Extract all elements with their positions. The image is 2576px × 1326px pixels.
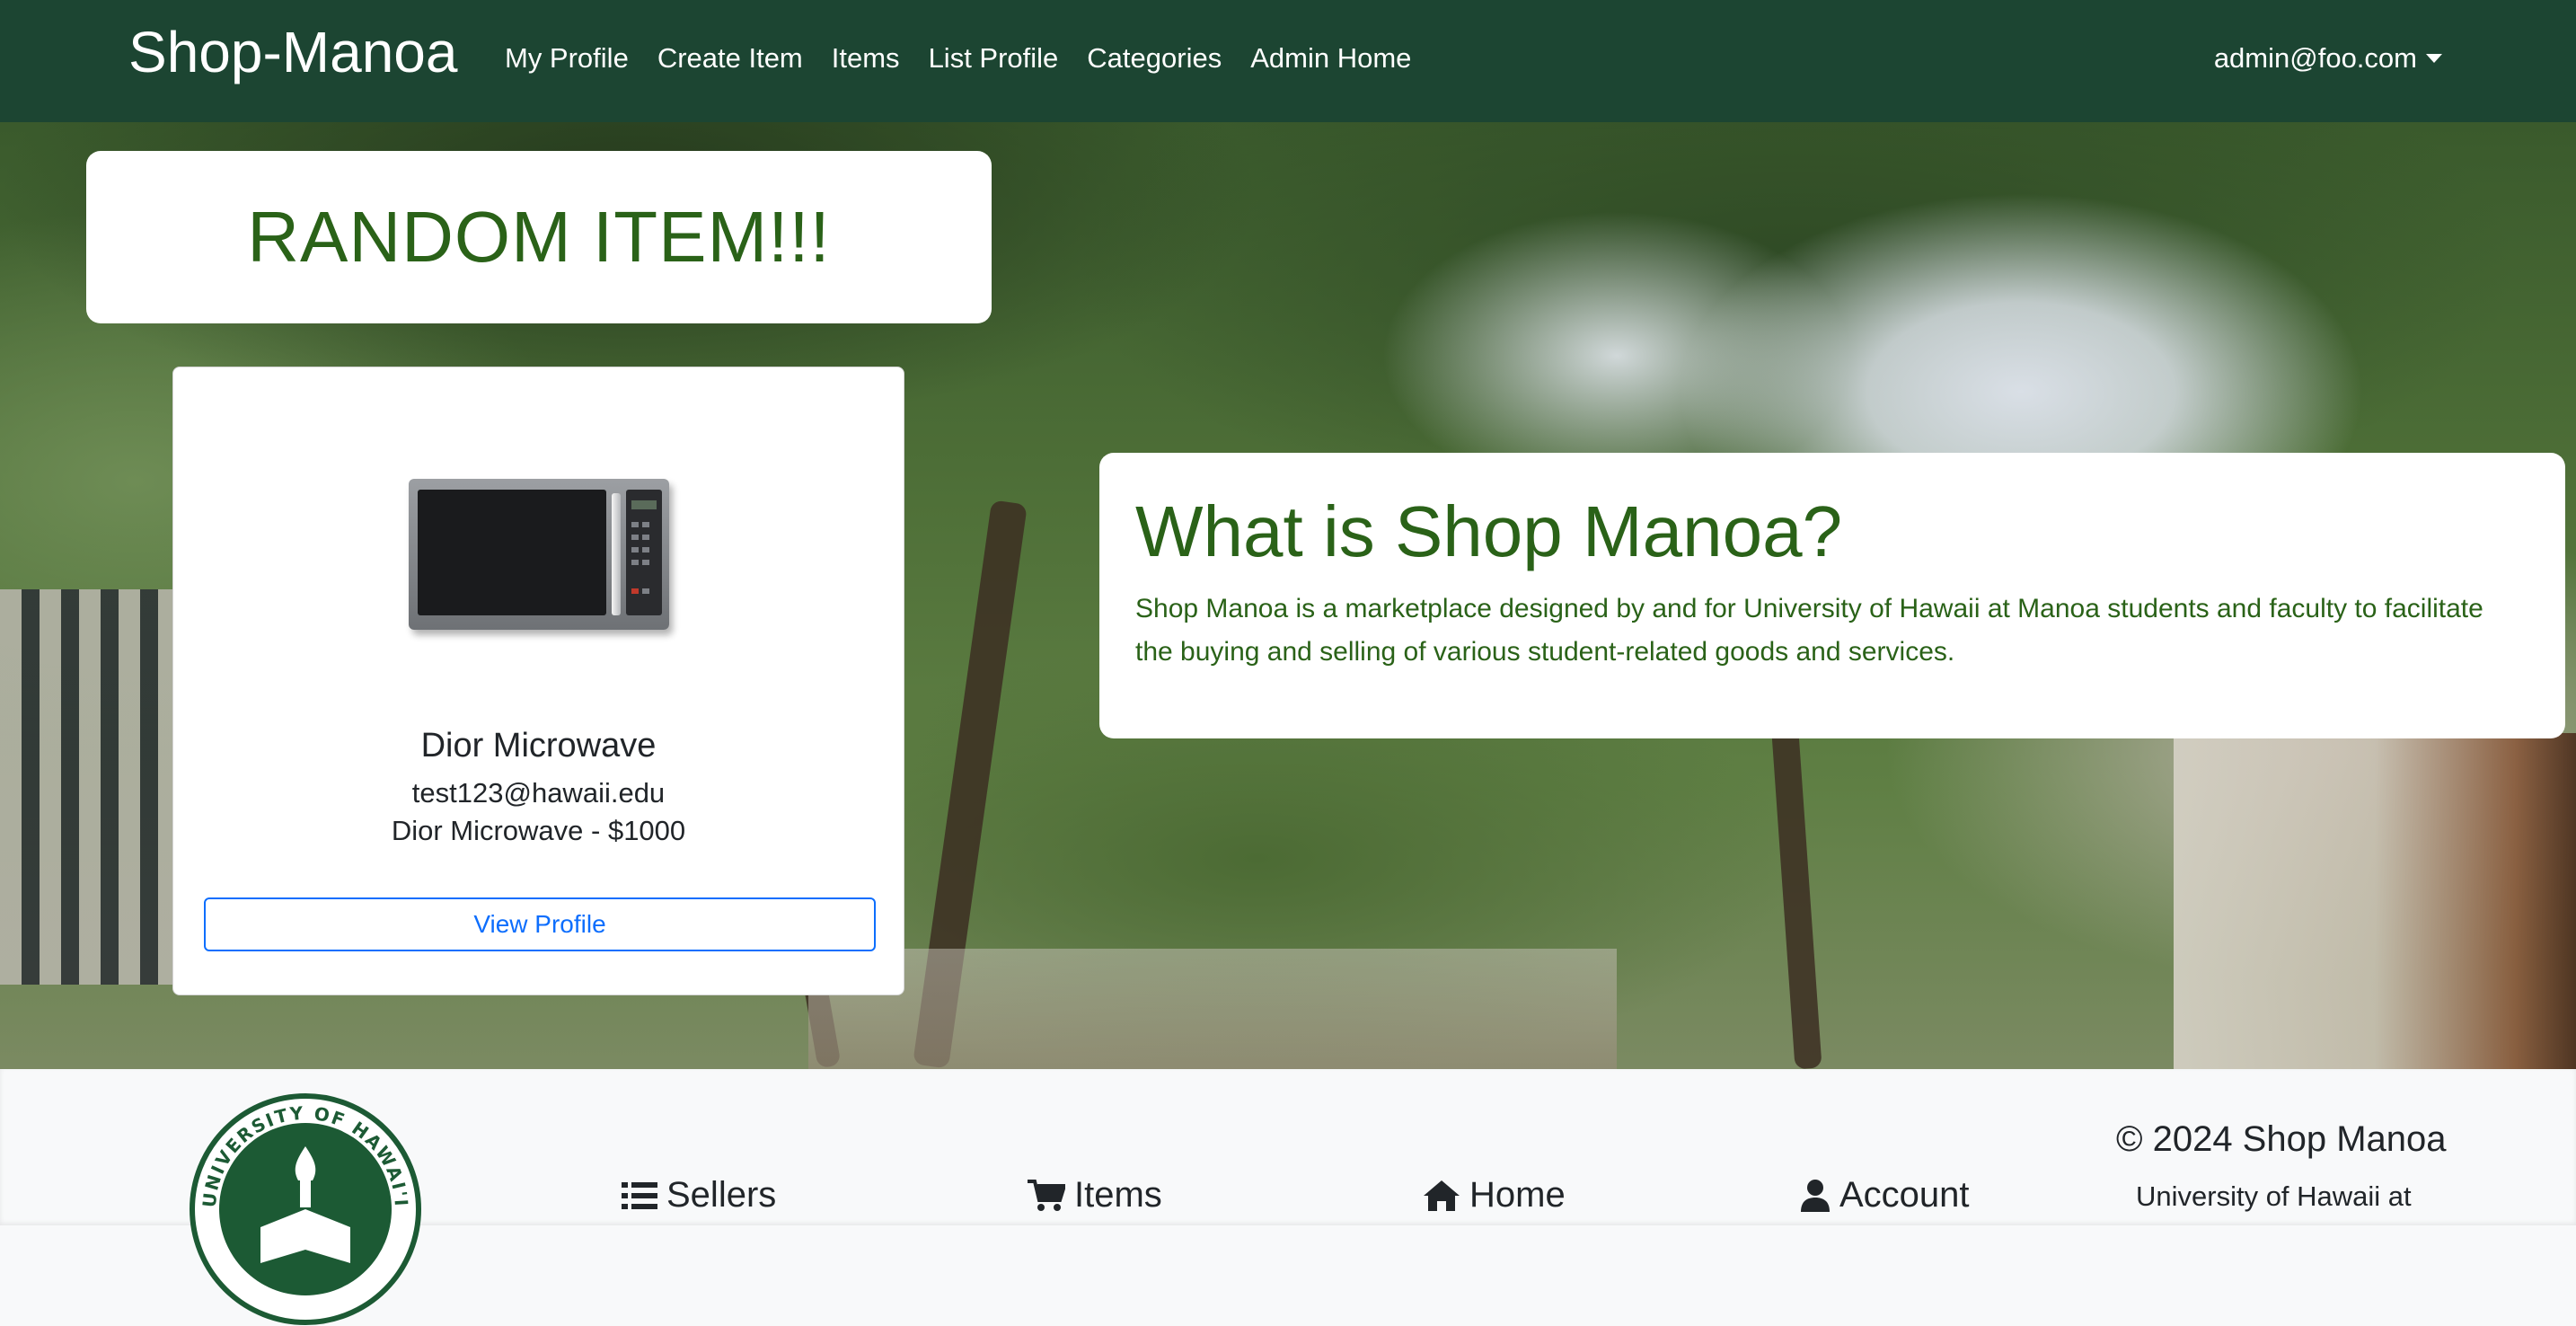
nav-items[interactable]: Items [832,36,900,81]
microwave-button [631,535,639,540]
nav-admin-home[interactable]: Admin Home [1250,36,1411,81]
footer-link-label: Sellers [666,1175,777,1215]
university-text: University of Hawaii at [2136,1180,2412,1212]
user-icon [1800,1179,1831,1213]
microwave-button [642,560,649,565]
item-name: Dior Microwave [420,727,657,765]
user-email: admin@foo.com [2213,42,2417,74]
copyright-text: © 2024 Shop Manoa [2116,1119,2447,1159]
footer: UNIVERSITY OF HAWAI'I Sellers Items Home… [0,1069,2576,1325]
nav-list-profile[interactable]: List Profile [929,36,1059,81]
item-image [409,479,676,637]
item-seller-email: test123@hawaii.edu [411,777,666,809]
footer-link-label: Account [1839,1175,1970,1215]
random-item-card: RANDOM ITEM!!! [86,151,992,323]
random-item-title: RANDOM ITEM!!! [247,197,831,277]
microwave-panel [626,490,662,615]
microwave-button [631,522,639,527]
nav-links: My Profile Create Item Items List Profil… [505,36,1440,81]
university-seal-logo: UNIVERSITY OF HAWAI'I [190,1093,421,1325]
item-card: Dior Microwave test123@hawaii.edu Dior M… [172,367,904,995]
about-card: What is Shop Manoa? Shop Manoa is a mark… [1099,453,2565,738]
user-dropdown[interactable]: admin@foo.com [2214,36,2442,81]
microwave-button [631,547,639,552]
footer-link-home[interactable]: Home [1423,1175,1566,1216]
item-description: Dior Microwave - $1000 [391,815,686,846]
list-icon [622,1180,657,1212]
microwave-button [642,547,649,552]
nav-my-profile[interactable]: My Profile [505,36,629,81]
footer-link-label: Home [1469,1175,1566,1215]
background-building-left [0,589,180,985]
cart-icon [1028,1179,1065,1213]
footer-link-label: Items [1074,1175,1162,1215]
walkway [808,949,1617,1069]
about-title: What is Shop Manoa? [1135,491,1843,571]
about-body: Shop Manoa is a marketplace designed by … [1135,594,2483,667]
footer-link-sellers[interactable]: Sellers [622,1175,776,1216]
footer-link-account[interactable]: Account [1800,1175,1970,1216]
microwave-door [418,490,606,615]
microwave-button [642,535,649,540]
top-navbar: Shop-Manoa My Profile Create Item Items … [0,0,2576,122]
view-profile-button[interactable]: View Profile [204,897,876,951]
microwave-display [631,500,657,509]
microwave-button [642,522,649,527]
background-building-right [2174,733,2576,1069]
footer-link-items[interactable]: Items [1028,1175,1162,1216]
nav-create-item[interactable]: Create Item [657,36,803,81]
microwave-button [631,560,639,565]
nav-categories[interactable]: Categories [1087,36,1222,81]
microwave-button [631,588,639,594]
microwave-button [642,588,649,594]
brand-logo[interactable]: Shop-Manoa [128,16,457,88]
microwave-handle [612,493,621,615]
home-icon [1423,1179,1460,1213]
caret-down-icon [2426,54,2442,63]
